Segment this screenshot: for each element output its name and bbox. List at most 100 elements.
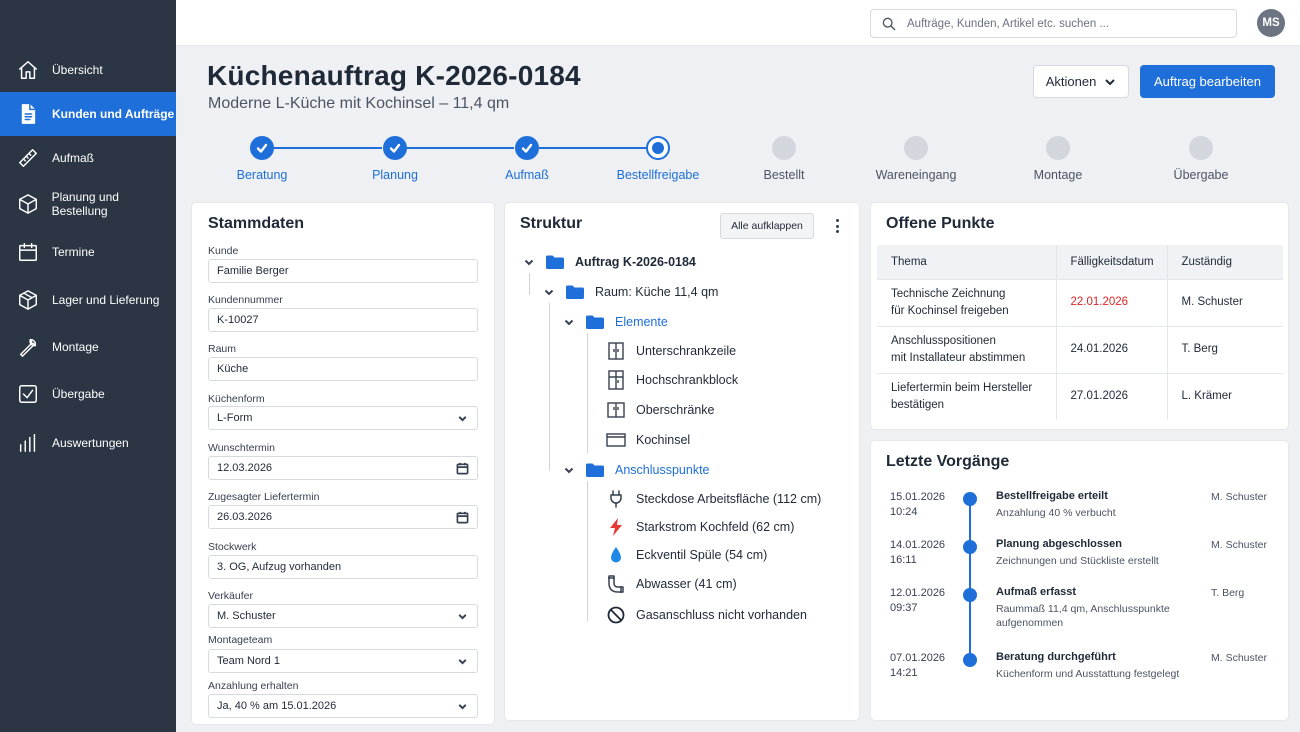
step-wareneingang[interactable]: Wareneingang [846, 136, 986, 182]
table-row[interactable]: Technische Zeichnung für Kochinsel freige… [877, 278, 1283, 326]
tree-leaf[interactable]: Steckdose Arbeitsfläche (112 cm) [606, 489, 821, 509]
timeline-description: Raummaß 11,4 qm, Anschlusspunkte aufgeno… [996, 603, 1170, 629]
table-row[interactable]: Anschlusspositionen mit Installateur abst… [877, 325, 1283, 373]
tree-room-node[interactable]: Raum: Küche 11,4 qm [543, 284, 718, 300]
timeline-title: Planung abgeschlossen [996, 538, 1122, 550]
sidebar-item-label: Auswertungen [52, 436, 129, 450]
sidebar-item-lager-lieferung[interactable]: Lager und Lieferung [0, 278, 176, 322]
sidebar-item-auswertungen[interactable]: Auswertungen [0, 421, 176, 465]
field-value: Küche [217, 363, 249, 375]
step-planung[interactable]: Planung [325, 136, 465, 182]
column-header[interactable]: Thema [877, 245, 1057, 279]
timeline-item[interactable]: 14.01.2026 16:11 Planung abgeschlossen Ze… [871, 538, 1289, 588]
step-todo-dot [904, 136, 928, 160]
step-label: Bestellfreigabe [616, 168, 700, 182]
room-field[interactable]: Küche [208, 357, 478, 381]
installation-team-select[interactable]: Team Nord 1 [208, 649, 478, 673]
timeline-item[interactable]: 12.01.2026 09:37 Aufmaß erfasst Raummaß 1… [871, 586, 1289, 636]
tree-node-label: Unterschrankzeile [636, 344, 737, 358]
sidebar-item-uebersicht[interactable]: Übersicht [0, 48, 176, 92]
wrench-icon [16, 335, 40, 359]
open-items-table: Thema Fälligkeitsdatum Zuständig Technis… [877, 245, 1283, 420]
tree-node-label: Anschlusspunkte [615, 463, 710, 477]
step-montage[interactable]: Montage [988, 136, 1128, 182]
sidebar-item-planung-bestellung[interactable]: Planung und Bestellung [0, 182, 176, 226]
chevron-down-icon[interactable] [523, 256, 535, 268]
step-bestellfreigabe[interactable]: Bestellfreigabe [588, 136, 728, 182]
sidebar-item-label: Aufmaß [52, 151, 95, 165]
tree-leaf[interactable]: Unterschrankzeile [606, 341, 736, 361]
box-icon [16, 288, 40, 312]
field-label: Verkäufer [208, 590, 253, 602]
desired-date-field[interactable]: 12.03.2026 [208, 456, 478, 480]
step-bestellt[interactable]: Bestellt [714, 136, 854, 182]
chevron-down-icon[interactable] [543, 286, 555, 298]
search-input[interactable] [907, 17, 1227, 30]
field-value: M. Schuster [217, 610, 276, 622]
avatar[interactable]: MS [1257, 9, 1285, 37]
timeline-item[interactable]: 07.01.2026 14:21 Beratung durchgeführt Kü… [871, 651, 1289, 701]
tree-node-label: Eckventil Spüle (54 cm) [636, 548, 768, 562]
delivery-date-field[interactable]: 26.03.2026 [208, 505, 478, 529]
offene-punkte-card: Offene Punkte Thema Fälligkeitsdatum Zus… [871, 203, 1288, 429]
tree-elemente-node[interactable]: Elemente [563, 314, 668, 330]
chevron-down-icon [456, 610, 469, 623]
sidebar-item-montage[interactable]: Montage [0, 325, 176, 369]
chevron-down-icon[interactable] [563, 464, 575, 476]
salesperson-select[interactable]: M. Schuster [208, 604, 478, 628]
tree-leaf[interactable]: Kochinsel [606, 430, 690, 450]
tree-root-node[interactable]: Auftrag K-2026-0184 [523, 254, 696, 270]
plug-icon [606, 489, 626, 509]
customer-number-field[interactable]: K-10027 [208, 308, 478, 332]
tree-node-label: Hochschrankblock [636, 373, 739, 387]
page-subtitle: Moderne L-Küche mit Kochinsel – 11,4 qm [208, 95, 510, 112]
timeline-dot [963, 653, 977, 667]
page-title: Küchenauftrag K-2026-0184 [207, 60, 581, 91]
check-icon [389, 143, 401, 153]
timeline-title: Beratung durchgeführt [996, 651, 1116, 663]
sidebar-item-aufmass[interactable]: Aufmaß [0, 136, 176, 180]
step-label: Beratung [236, 168, 288, 182]
table-row[interactable]: Liefertermin beim Hersteller bestätigen 2… [877, 372, 1283, 420]
field-label: Montageteam [208, 634, 273, 646]
calendar-icon[interactable] [456, 511, 469, 524]
tree-leaf[interactable]: Oberschränke [606, 400, 715, 420]
field-label: Stockwerk [208, 541, 257, 553]
field-value: 26.03.2026 [217, 511, 273, 523]
step-aufmass[interactable]: Aufmaß [457, 136, 597, 182]
sidebar-item-uebergabe[interactable]: Übergabe [0, 372, 176, 416]
sidebar-item-label: Termine [52, 245, 95, 259]
document-icon [16, 102, 40, 126]
assignee-cell: T. Berg [1167, 325, 1283, 373]
kitchen-shape-select[interactable]: L-Form [208, 406, 478, 430]
column-header[interactable]: Fälligkeitsdatum [1056, 245, 1168, 279]
expand-all-button[interactable]: Alle aufklappen [720, 213, 814, 239]
step-label: Montage [1033, 168, 1083, 182]
step-uebergabe[interactable]: Übergabe [1131, 136, 1271, 182]
floor-field[interactable]: 3. OG, Aufzug vorhanden [208, 555, 478, 579]
chevron-down-icon [456, 700, 469, 713]
tree-leaf[interactable]: Abwasser (41 cm) [606, 574, 737, 594]
tree-leaf[interactable]: Eckventil Spüle (54 cm) [606, 545, 767, 565]
timeline-item[interactable]: 15.01.2026 10:24 Bestellfreigabe erteilt … [871, 490, 1289, 540]
search-box[interactable] [870, 9, 1237, 38]
column-header[interactable]: Zuständig [1167, 245, 1283, 279]
tree-anschluss-node[interactable]: Anschlusspunkte [563, 462, 710, 478]
timeline-dot [963, 588, 977, 602]
chevron-down-icon[interactable] [563, 316, 575, 328]
step-beratung[interactable]: Beratung [192, 136, 332, 182]
prohibited-icon [606, 605, 626, 625]
tree-leaf[interactable]: Gasanschluss nicht vorhanden [606, 605, 807, 625]
more-options-icon[interactable] [832, 217, 842, 235]
sidebar-item-kunden-auftraege[interactable]: Kunden und Aufträge [0, 92, 176, 136]
calendar-icon [16, 240, 40, 264]
calendar-icon[interactable] [456, 462, 469, 475]
tree-leaf[interactable]: Hochschrankblock [606, 370, 738, 390]
deposit-select[interactable]: Ja, 40 % am 15.01.2026 [208, 694, 478, 718]
ruler-icon [16, 146, 40, 170]
sidebar-item-termine[interactable]: Termine [0, 230, 176, 274]
edit-order-button[interactable]: Auftrag bearbeiten [1140, 65, 1275, 98]
customer-field[interactable]: Familie Berger [208, 259, 478, 283]
actions-dropdown-button[interactable]: Aktionen [1033, 65, 1129, 98]
tree-leaf[interactable]: Starkstrom Kochfeld (62 cm) [606, 517, 794, 537]
